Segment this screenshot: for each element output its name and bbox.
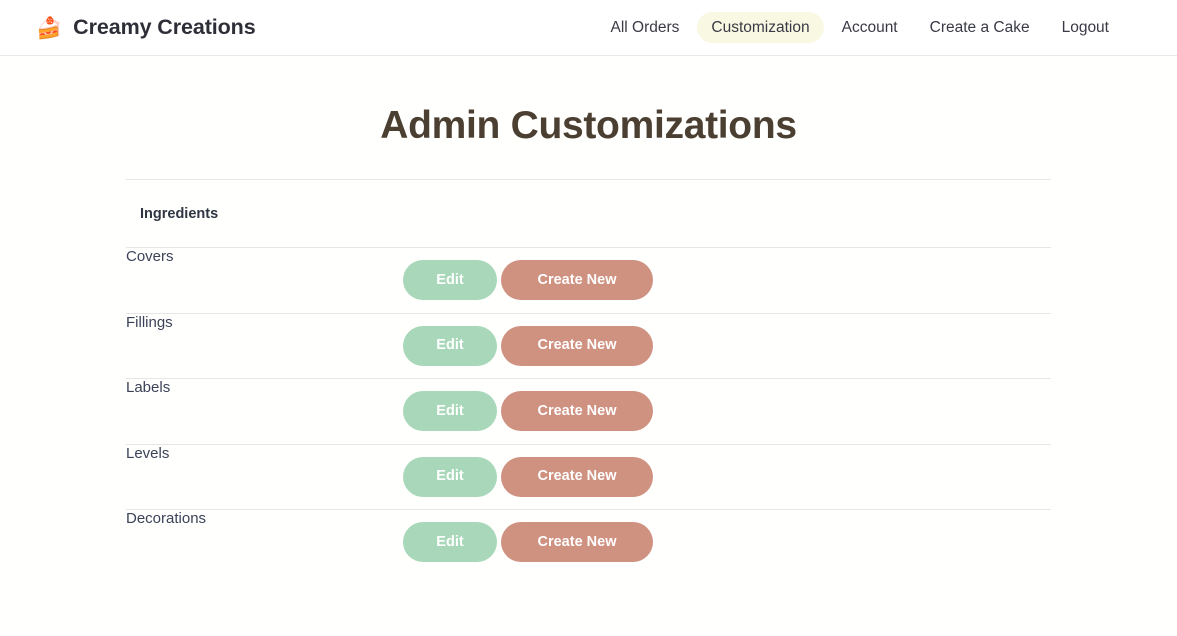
- column-header-ingredients: Ingredients: [126, 180, 403, 248]
- button-group: Edit Create New: [403, 326, 653, 366]
- table-header: Ingredients: [126, 180, 1051, 248]
- create-new-button-covers[interactable]: Create New: [501, 260, 653, 300]
- edit-button-fillings[interactable]: Edit: [403, 326, 497, 366]
- create-new-button-fillings[interactable]: Create New: [501, 326, 653, 366]
- table-row: Covers Edit Create New: [126, 248, 1051, 314]
- customizations-table-container: Ingredients Covers Edit Create New Filli…: [126, 179, 1051, 575]
- row-actions-fillings: Edit Create New: [403, 313, 1051, 379]
- edit-button-labels[interactable]: Edit: [403, 391, 497, 431]
- table-row: Fillings Edit Create New: [126, 313, 1051, 379]
- row-label-levels: Levels: [126, 444, 403, 510]
- nav-item-create-a-cake[interactable]: Create a Cake: [916, 12, 1044, 44]
- table-row: Levels Edit Create New: [126, 444, 1051, 510]
- main-navigation: All Orders Customization Account Create …: [596, 12, 1123, 44]
- row-label-labels: Labels: [126, 379, 403, 445]
- row-label-decorations: Decorations: [126, 510, 403, 576]
- nav-item-logout[interactable]: Logout: [1048, 12, 1123, 44]
- nav-item-account[interactable]: Account: [828, 12, 912, 44]
- nav-item-customization[interactable]: Customization: [697, 12, 823, 44]
- table-header-row: Ingredients: [126, 180, 1051, 248]
- customizations-table: Ingredients Covers Edit Create New Filli…: [126, 179, 1051, 575]
- button-group: Edit Create New: [403, 391, 653, 431]
- row-label-fillings: Fillings: [126, 313, 403, 379]
- column-header-actions: [403, 180, 1051, 248]
- brand-name: Creamy Creations: [73, 15, 255, 40]
- row-actions-levels: Edit Create New: [403, 444, 1051, 510]
- button-group: Edit Create New: [403, 260, 653, 300]
- page-content: Admin Customizations Ingredients Covers …: [0, 56, 1177, 575]
- edit-button-covers[interactable]: Edit: [403, 260, 497, 300]
- page-title: Admin Customizations: [0, 56, 1177, 148]
- row-actions-labels: Edit Create New: [403, 379, 1051, 445]
- table-body: Covers Edit Create New Fillings Edit Cre…: [126, 248, 1051, 576]
- button-group: Edit Create New: [403, 522, 653, 562]
- table-row: Decorations Edit Create New: [126, 510, 1051, 576]
- row-label-covers: Covers: [126, 248, 403, 314]
- row-actions-covers: Edit Create New: [403, 248, 1051, 314]
- create-new-button-decorations[interactable]: Create New: [501, 522, 653, 562]
- brand-logo-link[interactable]: 🍰 Creamy Creations: [36, 15, 256, 40]
- create-new-button-labels[interactable]: Create New: [501, 391, 653, 431]
- edit-button-decorations[interactable]: Edit: [403, 522, 497, 562]
- edit-button-levels[interactable]: Edit: [403, 457, 497, 497]
- top-navbar: 🍰 Creamy Creations All Orders Customizat…: [0, 0, 1177, 56]
- cake-slice-icon: 🍰: [36, 18, 62, 39]
- nav-item-all-orders[interactable]: All Orders: [596, 12, 693, 44]
- table-row: Labels Edit Create New: [126, 379, 1051, 445]
- row-actions-decorations: Edit Create New: [403, 510, 1051, 576]
- create-new-button-levels[interactable]: Create New: [501, 457, 653, 497]
- button-group: Edit Create New: [403, 457, 653, 497]
